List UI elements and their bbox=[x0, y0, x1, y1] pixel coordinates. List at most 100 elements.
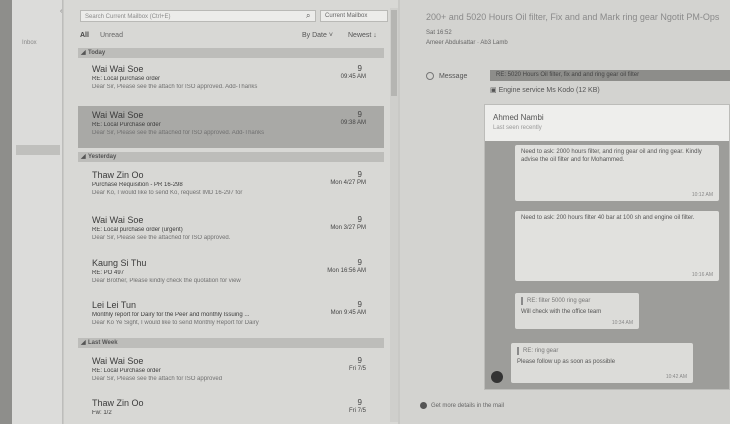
list-item[interactable]: Wai Wai Soe RE: Local purchase order (ur… bbox=[78, 211, 384, 253]
mail-subject: RE: PO 497 bbox=[92, 270, 125, 276]
mail-subject: RE: Local purchase order bbox=[92, 76, 161, 82]
mail-subject: Monthly report for Dairy for the Peer an… bbox=[92, 312, 250, 318]
mail-time: Fri 7/5 bbox=[348, 366, 366, 372]
mail-count: 9 bbox=[357, 170, 362, 179]
group-label: Yesterday bbox=[88, 154, 117, 160]
info-icon bbox=[420, 402, 427, 409]
mail-preview: Dear Sir, Please see the attach for ISO … bbox=[92, 84, 258, 90]
nav-selected-folder[interactable] bbox=[16, 145, 60, 155]
sort-order[interactable]: Newest ↓ bbox=[348, 32, 377, 39]
mail-subject: Fw: 1/2 bbox=[92, 410, 112, 416]
reading-subject: 200+ and 5020 Hours Oil filter, Fix and … bbox=[426, 12, 720, 22]
nav-item-inbox[interactable]: Inbox bbox=[22, 40, 37, 46]
reading-pane: 200+ and 5020 Hours Oil filter, Fix and … bbox=[400, 0, 730, 424]
mail-sender: Thaw Zin Oo bbox=[92, 398, 144, 408]
reading-recipients: Ameer Abdulsattar · Ab3 Lamb bbox=[426, 40, 508, 46]
mail-time: Mon 4/27 PM bbox=[330, 180, 366, 186]
list-item[interactable]: Wai Wai Soe RE: Local purchase order Dea… bbox=[78, 60, 384, 102]
chat-status: Last seen recently bbox=[493, 125, 542, 131]
mail-sender: Thaw Zin Oo bbox=[92, 170, 144, 180]
mail-sender: Wai Wai Soe bbox=[92, 215, 144, 225]
collapse-triangle-icon[interactable]: ◢ bbox=[81, 48, 86, 58]
message-list-pane: Search Current Mailbox (Ctrl+E) ⌕ Curren… bbox=[64, 0, 398, 424]
message-tab[interactable]: Message bbox=[426, 72, 467, 80]
reply-text: Will check with the office team bbox=[521, 309, 602, 315]
filter-all-tab[interactable]: All bbox=[80, 32, 89, 39]
mail-sender: Kaung Si Thu bbox=[92, 258, 147, 268]
group-header-today[interactable]: ◢ Today bbox=[78, 48, 384, 58]
mail-time: Fri 7/5 bbox=[348, 408, 366, 414]
attachment-item[interactable]: ▣ Engine service Ms Kodo (12 KB) bbox=[490, 86, 600, 94]
sort-by-date[interactable]: By Date ˅ bbox=[302, 32, 333, 39]
mail-preview: Dear Brother, Please kindly check the qu… bbox=[92, 278, 241, 284]
mail-sender: Wai Wai Soe bbox=[92, 356, 144, 366]
attachment-icon: ▣ bbox=[490, 87, 499, 94]
list-item[interactable]: Wai Wai Soe RE: Local Purchase order Dea… bbox=[78, 352, 384, 394]
mail-time: 09:38 AM bbox=[340, 120, 366, 126]
mail-count: 9 bbox=[357, 110, 362, 119]
chat-body: Need to ask: 2000 hours filter, and ring… bbox=[485, 141, 729, 389]
mail-count: 9 bbox=[357, 356, 362, 365]
message-list: ◢ Today Wai Wai Soe RE: Local purchase o… bbox=[78, 48, 384, 424]
message-tab-label: Message bbox=[438, 72, 468, 80]
chat-reply: RE: ring gear Please follow up as soon a… bbox=[511, 343, 693, 383]
attachment-selected[interactable]: RE: 5020 Hours Oil filter, fix and and r… bbox=[490, 70, 730, 81]
collapse-triangle-icon[interactable]: ◢ bbox=[81, 152, 86, 162]
message-icon bbox=[426, 72, 434, 80]
mail-sender: Lei Lei Tun bbox=[92, 300, 137, 310]
mail-preview: Dear Ko, I would like to send Ko, reques… bbox=[92, 190, 243, 196]
bubble-text: Need to ask: 200 hours filter 40 bar at … bbox=[521, 215, 695, 221]
mail-time: 09:45 AM bbox=[340, 74, 366, 80]
mail-sender: Wai Wai Soe bbox=[92, 110, 144, 120]
mail-count: 9 bbox=[357, 258, 362, 267]
mail-count: 9 bbox=[357, 300, 362, 309]
chat-screenshot: Ahmed Nambi Last seen recently Need to a… bbox=[484, 104, 730, 390]
mail-count: 9 bbox=[357, 398, 362, 407]
footer-link[interactable]: Get more details in the mail bbox=[420, 402, 504, 409]
folder-nav: ‹ Inbox bbox=[12, 0, 63, 424]
search-input[interactable]: Search Current Mailbox (Ctrl+E) bbox=[80, 10, 316, 22]
mail-time: Mon 9:45 AM bbox=[330, 310, 366, 316]
mail-count: 9 bbox=[357, 215, 362, 224]
bubble-time: 10:16 AM bbox=[691, 272, 713, 278]
filter-unread-tab[interactable]: Unread bbox=[100, 32, 123, 39]
search-scope-dropdown[interactable]: Current Mailbox bbox=[320, 10, 388, 22]
attachment-label: Engine service Ms Kodo (12 KB) bbox=[498, 87, 600, 94]
scrollbar-thumb[interactable] bbox=[391, 10, 397, 96]
collapse-triangle-icon[interactable]: ◢ bbox=[81, 338, 86, 348]
filter-row: All Unread By Date ˅ Newest ↓ bbox=[80, 32, 386, 44]
mail-time: Mon 16:56 AM bbox=[327, 268, 366, 274]
mail-subject: RE: Local purchase order (urgent) bbox=[92, 227, 183, 233]
reading-date: Sat 16:52 bbox=[426, 30, 452, 36]
search-row: Search Current Mailbox (Ctrl+E) ⌕ Curren… bbox=[80, 10, 390, 24]
list-item[interactable]: Thaw Zin Oo Purchase Requisition - PR 16… bbox=[78, 166, 384, 208]
search-icon[interactable]: ⌕ bbox=[306, 11, 310, 21]
mail-count: 9 bbox=[357, 64, 362, 73]
collapse-chevron-icon[interactable]: ‹ bbox=[60, 8, 62, 15]
list-item-selected[interactable]: Wai Wai Soe RE: Local Purchase order Dea… bbox=[78, 106, 384, 148]
group-header-yesterday[interactable]: ◢ Yesterday bbox=[78, 152, 384, 162]
avatar bbox=[491, 371, 503, 383]
mail-preview: Dear Sir, Please see the attached for IS… bbox=[92, 130, 265, 136]
reply-time: 10:34 AM bbox=[611, 320, 633, 326]
mail-subject: Purchase Requisition - PR 16-298 bbox=[92, 182, 183, 188]
mail-subject: RE: Local Purchase order bbox=[92, 368, 161, 374]
mail-time: Mon 3/27 PM bbox=[330, 225, 366, 231]
list-item[interactable]: Thaw Zin Oo Fw: 1/2 9 Fri 7/5 bbox=[78, 394, 384, 424]
mail-preview: Dear Sir, Please see the attach for ISO … bbox=[92, 376, 223, 382]
list-scrollbar[interactable] bbox=[390, 8, 398, 422]
group-label: Today bbox=[88, 50, 106, 56]
mail-preview: Dear Ko Ye Sight, I would like to send M… bbox=[92, 320, 259, 326]
mail-sender: Wai Wai Soe bbox=[92, 64, 144, 74]
reply-text: Please follow up as soon as possible bbox=[517, 359, 616, 365]
chat-bubble: Need to ask: 2000 hours filter, and ring… bbox=[515, 145, 719, 201]
chat-bubble: Need to ask: 200 hours filter 40 bar at … bbox=[515, 211, 719, 281]
group-header-last-week[interactable]: ◢ Last Week bbox=[78, 338, 384, 348]
chat-contact-name: Ahmed Nambi bbox=[493, 113, 544, 122]
reply-time: 10:42 AM bbox=[665, 374, 687, 380]
list-item[interactable]: Kaung Si Thu RE: PO 497 Dear Brother, Pl… bbox=[78, 254, 384, 296]
list-item[interactable]: Lei Lei Tun Monthly report for Dairy for… bbox=[78, 296, 384, 338]
footer-link-label: Get more details in the mail bbox=[431, 403, 505, 410]
reply-quote: RE: filter 5000 ring gear bbox=[521, 297, 633, 305]
mail-subject: RE: Local Purchase order bbox=[92, 122, 161, 128]
